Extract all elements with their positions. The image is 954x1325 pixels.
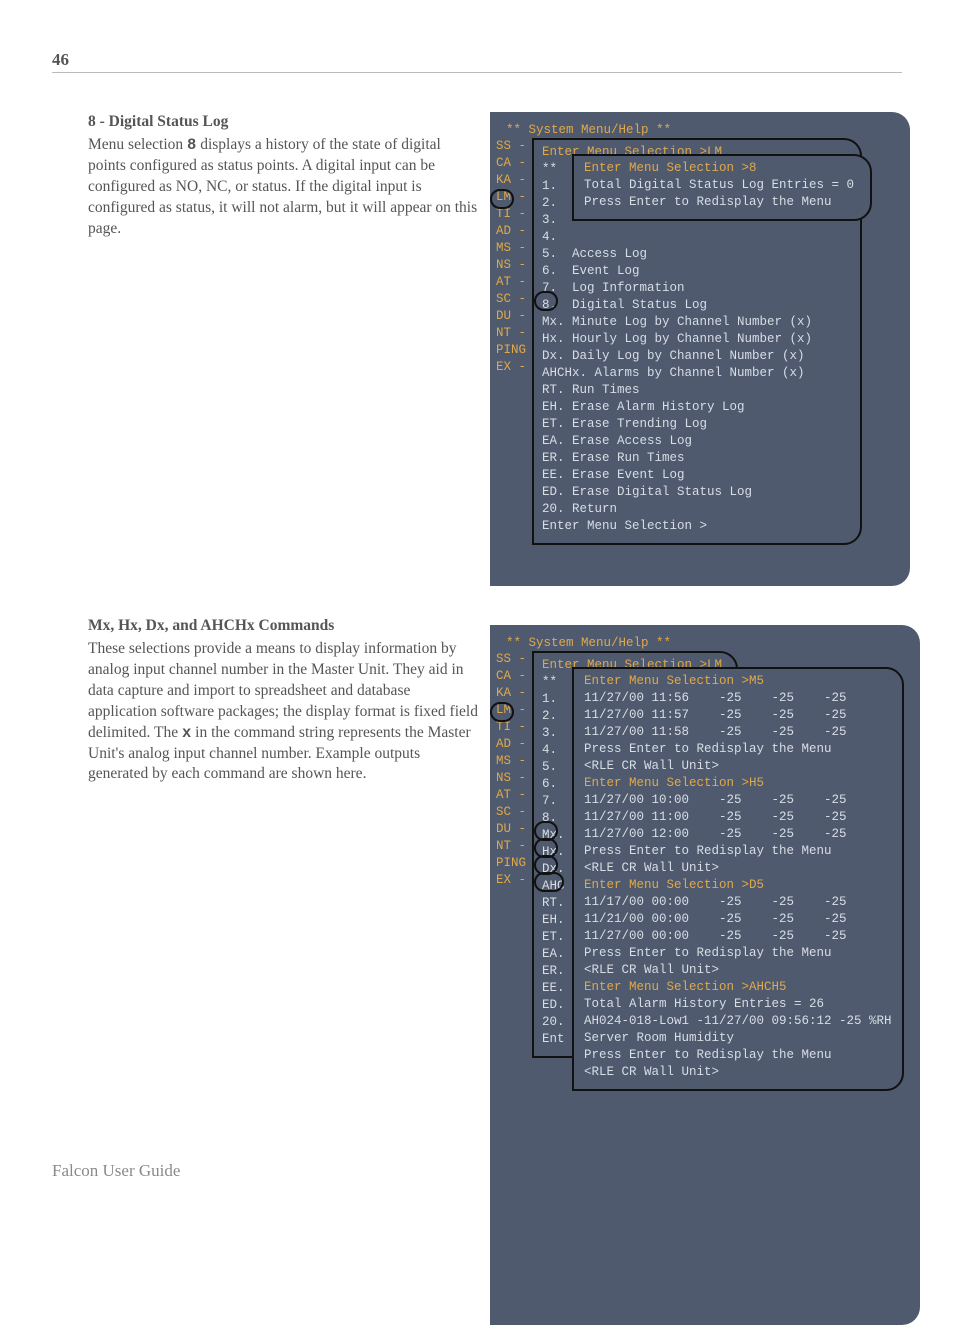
body-bold: x <box>182 724 191 742</box>
lm-row: 20. Return <box>542 501 846 518</box>
terminal-screenshot-2: ** System Menu/Help ** SS - CA - KA - LM… <box>490 625 920 1325</box>
lm-row: 8. Digital Status Log <box>542 297 846 314</box>
out-row: 11/27/00 11:00 -25 -25 -25 <box>584 809 888 826</box>
out-row: 11/27/00 10:00 -25 -25 -25 <box>584 792 888 809</box>
section-body: Menu selection 8 displays a history of t… <box>88 135 478 240</box>
out-row: <RLE CR Wall Unit> <box>584 1064 888 1081</box>
out-row: 11/17/00 00:00 -25 -25 -25 <box>584 894 888 911</box>
callout-circle-lm <box>490 189 514 209</box>
out-row: Total Alarm History Entries = 26 <box>584 996 888 1013</box>
lm-row: Hx. Hourly Log by Channel Number (x) <box>542 331 846 348</box>
lm-row: 4. <box>542 229 846 246</box>
out-row: Enter Menu Selection >M5 <box>584 673 888 690</box>
out-row: Press Enter to Redisplay the Menu <box>584 741 888 758</box>
out-row: <RLE CR Wall Unit> <box>584 758 888 775</box>
out-row: 11/27/00 11:57 -25 -25 -25 <box>584 707 888 724</box>
out-row: Enter Menu Selection >AHCH5 <box>584 979 888 996</box>
out-row: AH024-018-Low1 -11/27/00 09:56:12 -25 %R… <box>584 1013 888 1030</box>
out-row: Enter Menu Selection >D5 <box>584 877 888 894</box>
selection-8-panel: Enter Menu Selection >8 Total Digital St… <box>572 154 872 221</box>
out-row: <RLE CR Wall Unit> <box>584 962 888 979</box>
lm-row: EA. Erase Access Log <box>542 433 846 450</box>
header-rule <box>52 72 902 73</box>
lm-row: ET. Erase Trending Log <box>542 416 846 433</box>
lm-row: Enter Menu Selection > <box>542 518 846 535</box>
callout-circle-lm <box>490 702 514 722</box>
section-title: 8 - Digital Status Log <box>88 112 478 133</box>
lm-row: Mx. Minute Log by Channel Number (x) <box>542 314 846 331</box>
page-number: 46 <box>52 50 69 70</box>
lm-row: ED. Erase Digital Status Log <box>542 484 846 501</box>
body-bold: 8 <box>187 136 196 154</box>
lm-row: 5. Access Log <box>542 246 846 263</box>
callout-circle-ahc <box>534 872 564 892</box>
out-row: 11/27/00 11:58 -25 -25 -25 <box>584 724 888 741</box>
section-mx-hx-dx-commands: Mx, Hx, Dx, and AHCHx Commands These sel… <box>88 616 478 785</box>
out-row: 11/27/00 00:00 -25 -25 -25 <box>584 928 888 945</box>
body-pre: Menu selection <box>88 136 187 153</box>
lm-row: AHCHx. Alarms by Channel Number (x) <box>542 365 846 382</box>
sel8-row: Total Digital Status Log Entries = 0 <box>584 177 856 194</box>
footer-text: Falcon User Guide <box>52 1161 180 1181</box>
terminal-screenshot-1: ** System Menu/Help ** SS - CA - KA - LM… <box>490 112 910 586</box>
lm-row: 6. Event Log <box>542 263 846 280</box>
out-row: Press Enter to Redisplay the Menu <box>584 945 888 962</box>
callout-circle-8 <box>534 291 558 311</box>
out-row: Press Enter to Redisplay the Menu <box>584 1047 888 1064</box>
section-body: These selections provide a means to disp… <box>88 639 478 785</box>
out-row: 11/21/00 00:00 -25 -25 -25 <box>584 911 888 928</box>
section-title: Mx, Hx, Dx, and AHCHx Commands <box>88 616 478 637</box>
out-row: 11/27/00 11:56 -25 -25 -25 <box>584 690 888 707</box>
lm-row: RT. Run Times <box>542 382 846 399</box>
out-row: Server Room Humidity <box>584 1030 888 1047</box>
terminal-header: ** System Menu/Help ** <box>506 635 904 652</box>
sel8-prompt: Enter Menu Selection >8 <box>584 160 856 177</box>
sel8-row: Press Enter to Redisplay the Menu <box>584 194 856 211</box>
out-row: 11/27/00 12:00 -25 -25 -25 <box>584 826 888 843</box>
out-row: Enter Menu Selection >H5 <box>584 775 888 792</box>
section-digital-status-log: 8 - Digital Status Log Menu selection 8 … <box>88 112 478 240</box>
out-row: <RLE CR Wall Unit> <box>584 860 888 877</box>
side-codes: SS - CA - KA - LM - TI - AD - MS - NS - … <box>496 138 526 376</box>
lm-row: ER. Erase Run Times <box>542 450 846 467</box>
channel-output-panel: Enter Menu Selection >M5 11/27/00 11:56 … <box>572 667 904 1091</box>
lm-row: EH. Erase Alarm History Log <box>542 399 846 416</box>
lm-row: 7. Log Information <box>542 280 846 297</box>
terminal-header: ** System Menu/Help ** <box>506 122 894 139</box>
lm-row: Dx. Daily Log by Channel Number (x) <box>542 348 846 365</box>
side-codes: SS - CA - KA - LM - TI - AD - MS - NS - … <box>496 651 526 889</box>
out-row: Press Enter to Redisplay the Menu <box>584 843 888 860</box>
lm-row: EE. Erase Event Log <box>542 467 846 484</box>
